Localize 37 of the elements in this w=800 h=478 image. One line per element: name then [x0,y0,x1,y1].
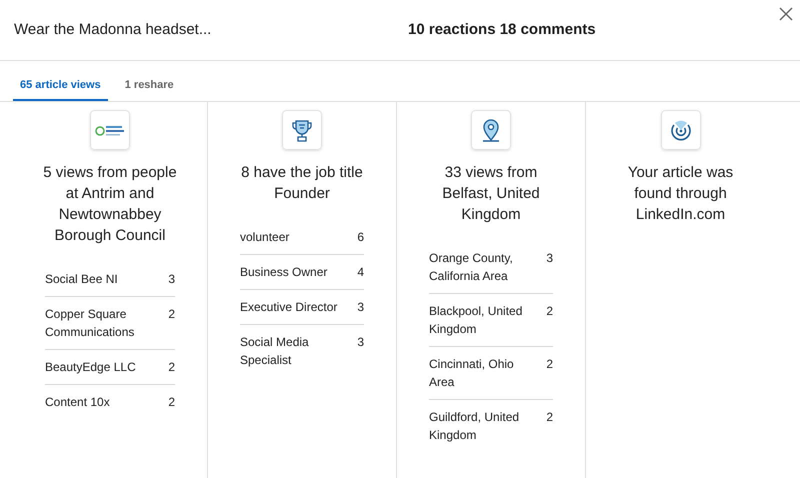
row-label: Social Media Specialist [240,334,310,369]
insight-heading: 5 views from people at Antrim and Newtownabbey Borough Council [42,163,178,246]
row-count: 3 [357,299,364,316]
row-count: 6 [357,229,364,246]
close-icon[interactable] [778,6,794,22]
row-label: volunteer [240,229,290,246]
row-label: Content 10x [45,394,111,411]
article-title: Wear the Madonna headset... [13,20,212,40]
row-count: 2 [168,359,175,376]
row-count: 3 [546,250,553,267]
location-pin-icon [471,110,511,150]
row-label: Executive Director [240,299,338,316]
row-count: 2 [546,356,553,373]
tab[interactable]: 65 article views [13,61,108,101]
row-label: Copper Square Communications [45,306,136,341]
row-count: 3 [168,271,175,288]
engagement-summary: 10 reactions 18 comments [408,20,596,40]
row-label: Business Owner [240,264,328,281]
insight-heading: 33 views from Belfast, United Kingdom [441,163,541,225]
row-count: 2 [168,306,175,323]
row-label: Blackpool, United Kingdom [429,303,524,338]
insight-heading: Your article was found through LinkedIn.com [626,163,734,225]
logo-icon [90,110,130,150]
insight-heading: 8 have the job title Founder [240,163,364,204]
row-label: Orange County, California Area [429,250,514,285]
row-label: Guildford, United Kingdom [429,409,520,444]
row-label: Cincinnati, Ohio Area [429,356,515,391]
row-count: 3 [357,334,364,351]
row-label: Social Bee NI [45,271,119,288]
tab[interactable]: 1 reshare [118,61,181,101]
row-count: 2 [546,303,553,320]
row-count: 2 [168,394,175,411]
row-count: 2 [546,409,553,426]
trophy-icon [282,110,322,150]
row-count: 4 [357,264,364,281]
target-icon [660,110,700,150]
row-label: BeautyEdge LLC [45,359,137,376]
